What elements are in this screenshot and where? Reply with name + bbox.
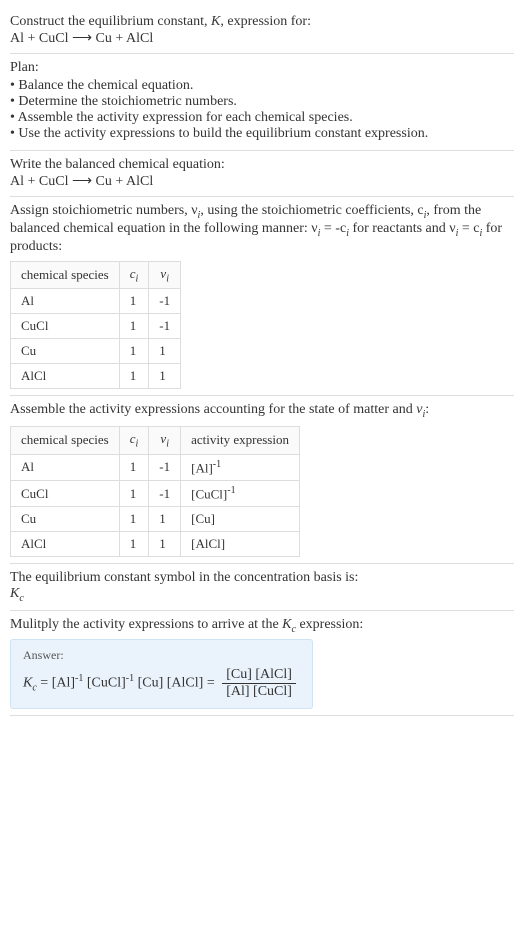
symbol-section: The equilibrium constant symbol in the c… bbox=[10, 564, 514, 611]
plan-title: Plan: bbox=[10, 60, 514, 76]
answer-fraction: [Cu] [AlCl] [Al] [CuCl] bbox=[222, 667, 296, 700]
plan-list: Balance the chemical equation. Determine… bbox=[10, 78, 514, 142]
balanced-equation: Al + CuCl ⟶ Cu + AlCl bbox=[10, 173, 514, 190]
answer-label: Answer: bbox=[23, 648, 300, 663]
multiply-title: Mulitply the activity expressions to arr… bbox=[10, 617, 514, 635]
intro-section: Construct the equilibrium constant, K, e… bbox=[10, 8, 514, 54]
intro-line1: Construct the equilibrium constant, K, e… bbox=[10, 14, 514, 30]
answer-box: Answer: Kc = [Al]-1 [CuCl]-1 [Cu] [AlCl]… bbox=[10, 639, 313, 709]
table-row: Cu11[Cu] bbox=[11, 507, 300, 532]
activity-title: Assemble the activity expressions accoun… bbox=[10, 402, 514, 420]
table-row: Al1-1[Al]-1 bbox=[11, 454, 300, 480]
table-row: CuCl1-1 bbox=[11, 314, 181, 339]
col-ci: ci bbox=[119, 426, 149, 454]
table-header-row: chemical species ci νi activity expressi… bbox=[11, 426, 300, 454]
plan-section: Plan: Balance the chemical equation. Det… bbox=[10, 54, 514, 151]
table-row: AlCl11[AlCl] bbox=[11, 532, 300, 557]
col-nui: νi bbox=[149, 426, 181, 454]
plan-item: Assemble the activity expression for eac… bbox=[10, 110, 514, 126]
table-row: CuCl1-1[CuCl]-1 bbox=[11, 480, 300, 506]
fraction-numerator: [Cu] [AlCl] bbox=[222, 667, 296, 684]
col-activity: activity expression bbox=[181, 426, 300, 454]
multiply-section: Mulitply the activity expressions to arr… bbox=[10, 611, 514, 716]
symbol-line2: Kc bbox=[10, 586, 514, 604]
col-species: chemical species bbox=[11, 261, 120, 289]
table-header-row: chemical species ci νi bbox=[11, 261, 181, 289]
plan-item: Balance the chemical equation. bbox=[10, 78, 514, 94]
plan-item: Use the activity expressions to build th… bbox=[10, 126, 514, 142]
col-nui: νi bbox=[149, 261, 181, 289]
symbol-line1: The equilibrium constant symbol in the c… bbox=[10, 570, 514, 586]
plan-item: Determine the stoichiometric numbers. bbox=[10, 94, 514, 110]
activity-section: Assemble the activity expressions accoun… bbox=[10, 396, 514, 564]
table-row: AlCl11 bbox=[11, 364, 181, 389]
answer-formula: Kc = [Al]-1 [CuCl]-1 [Cu] [AlCl] = [Cu] … bbox=[23, 667, 300, 700]
intro-equation: Al + CuCl ⟶ Cu + AlCl bbox=[10, 30, 514, 47]
col-species: chemical species bbox=[11, 426, 120, 454]
stoich-text: Assign stoichiometric numbers, νi, using… bbox=[10, 203, 514, 255]
fraction-denominator: [Al] [CuCl] bbox=[222, 684, 296, 700]
col-ci: ci bbox=[119, 261, 149, 289]
activity-table: chemical species ci νi activity expressi… bbox=[10, 426, 300, 557]
table-row: Al1-1 bbox=[11, 289, 181, 314]
stoich-table: chemical species ci νi Al1-1 CuCl1-1 Cu1… bbox=[10, 261, 181, 390]
balanced-section: Write the balanced chemical equation: Al… bbox=[10, 151, 514, 197]
table-row: Cu11 bbox=[11, 339, 181, 364]
stoich-section: Assign stoichiometric numbers, νi, using… bbox=[10, 197, 514, 396]
balanced-title: Write the balanced chemical equation: bbox=[10, 157, 514, 173]
